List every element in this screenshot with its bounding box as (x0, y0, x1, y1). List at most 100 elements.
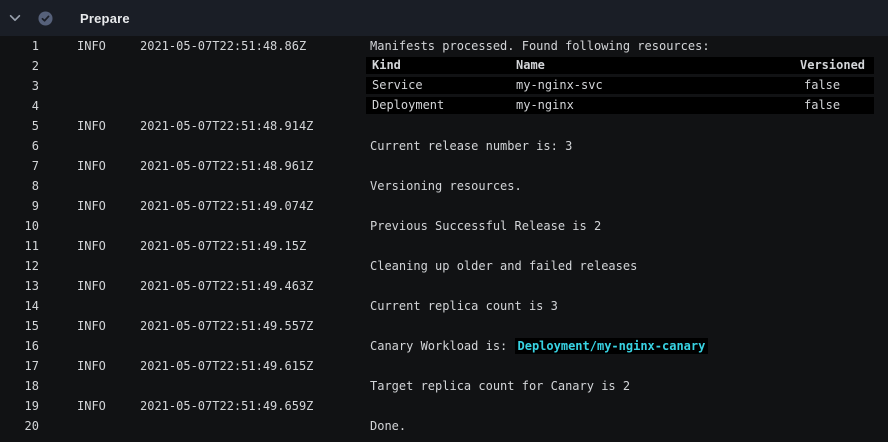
line-number: 11 (0, 236, 48, 256)
log-level (48, 376, 140, 396)
table-cell: false (804, 77, 840, 94)
message-text: Manifests processed. Found following res… (370, 39, 710, 53)
log-timestamp (140, 176, 366, 196)
log-timestamp (140, 376, 366, 396)
log-level (48, 56, 140, 76)
log-message (366, 276, 888, 296)
line-number: 16 (0, 336, 48, 356)
line-number: 12 (0, 256, 48, 276)
message-text: Current replica count is 3 (370, 299, 558, 313)
log-message: Deployment my-nginx false (366, 96, 888, 116)
message-text: Done. (370, 419, 406, 433)
line-number: 5 (0, 116, 48, 136)
message-text: Previous Successful Release is 2 (370, 219, 601, 233)
table-cell: Name (516, 57, 545, 74)
log-message (366, 116, 888, 136)
log-level: INFO (48, 396, 140, 416)
log-message: Current replica count is 3 (366, 296, 888, 316)
log-message: Canary Workload is: Deployment/my-nginx-… (366, 336, 888, 356)
log-message: Target replica count for Canary is 2 (366, 376, 888, 396)
line-number: 18 (0, 376, 48, 396)
log-message: Done. (366, 416, 888, 436)
line-number: 15 (0, 316, 48, 336)
table-cell: Service (372, 77, 423, 94)
log-line: 8 Versioning resources. (0, 176, 888, 196)
log-level: INFO (48, 236, 140, 256)
log-message (366, 156, 888, 176)
line-number: 4 (0, 96, 48, 116)
resource-table-row: Servicemy-nginx-svcfalse (366, 77, 874, 94)
log-level: INFO (48, 36, 140, 56)
log-timestamp (140, 56, 366, 76)
line-number: 2 (0, 56, 48, 76)
log-line: 2KindNameVersioned (0, 56, 888, 76)
log-level (48, 256, 140, 276)
log-level (48, 216, 140, 236)
message-text: Current release number is: 3 (370, 139, 572, 153)
log-timestamp (140, 136, 366, 156)
log-line: 19INFO2021-05-07T22:51:49.659Z (0, 396, 888, 416)
check-circle-icon (38, 11, 53, 26)
message-text: Versioning resources. (370, 179, 522, 193)
log-timestamp: 2021-05-07T22:51:49.463Z (140, 276, 366, 296)
log-message (366, 196, 888, 216)
log-line: 6 Current release number is: 3 (0, 136, 888, 156)
line-number: 20 (0, 416, 48, 436)
line-number: 6 (0, 136, 48, 156)
log-message (366, 236, 888, 256)
log-timestamp: 2021-05-07T22:51:48.914Z (140, 116, 366, 136)
log-timestamp: 2021-05-07T22:51:49.659Z (140, 396, 366, 416)
line-number: 3 (0, 76, 48, 96)
log-timestamp (140, 76, 366, 96)
log-level: INFO (48, 276, 140, 296)
log-line: 20 Done. (0, 416, 888, 436)
log-level: INFO (48, 356, 140, 376)
line-number: 19 (0, 396, 48, 416)
table-cell: my-nginx (516, 97, 574, 114)
step-title: Prepare (80, 11, 130, 26)
log-line: 16 Canary Workload is: Deployment/my-ngin… (0, 336, 888, 356)
log-message (366, 396, 888, 416)
log-level (48, 176, 140, 196)
log-line: 18 Target replica count for Canary is 2 (0, 376, 888, 396)
log-timestamp (140, 336, 366, 356)
line-number: 10 (0, 216, 48, 236)
log-timestamp: 2021-05-07T22:51:49.074Z (140, 196, 366, 216)
log-message: Current release number is: 3 (366, 136, 888, 156)
message-text: Target replica count for Canary is 2 (370, 379, 630, 393)
log-line: 13INFO2021-05-07T22:51:49.463Z (0, 276, 888, 296)
log-level (48, 76, 140, 96)
line-number: 9 (0, 196, 48, 216)
log-timestamp (140, 416, 366, 436)
log-line: 3 Servicemy-nginx-svcfalse (0, 76, 888, 96)
message-text: Cleaning up older and failed releases (370, 259, 637, 273)
log-section-header[interactable]: Prepare (0, 0, 888, 36)
log-line: 12 Cleaning up older and failed releases (0, 256, 888, 276)
resource-table-row: Deployment my-nginx false (366, 97, 874, 114)
log-lines: 1INFO2021-05-07T22:51:48.86ZManifests pr… (0, 36, 888, 436)
log-level (48, 96, 140, 116)
line-number: 17 (0, 356, 48, 376)
log-timestamp (140, 296, 366, 316)
log-level (48, 336, 140, 356)
log-level: INFO (48, 196, 140, 216)
log-timestamp (140, 96, 366, 116)
log-message: KindNameVersioned (366, 56, 888, 76)
log-line: 15INFO2021-05-07T22:51:49.557Z (0, 316, 888, 336)
highlighted-resource-name: Deployment/my-nginx-canary (515, 338, 709, 354)
table-cell: false (804, 97, 840, 114)
log-level (48, 416, 140, 436)
line-number: 7 (0, 156, 48, 176)
log-timestamp: 2021-05-07T22:51:48.961Z (140, 156, 366, 176)
log-level (48, 296, 140, 316)
table-cell: Versioned (800, 57, 865, 74)
log-level: INFO (48, 316, 140, 336)
log-timestamp: 2021-05-07T22:51:49.615Z (140, 356, 366, 376)
log-message: Cleaning up older and failed releases (366, 256, 888, 276)
line-number: 8 (0, 176, 48, 196)
line-number: 14 (0, 296, 48, 316)
log-line: 5INFO2021-05-07T22:51:48.914Z (0, 116, 888, 136)
chevron-down-icon[interactable] (8, 11, 22, 25)
table-cell: Deployment (372, 97, 444, 114)
log-message (366, 356, 888, 376)
